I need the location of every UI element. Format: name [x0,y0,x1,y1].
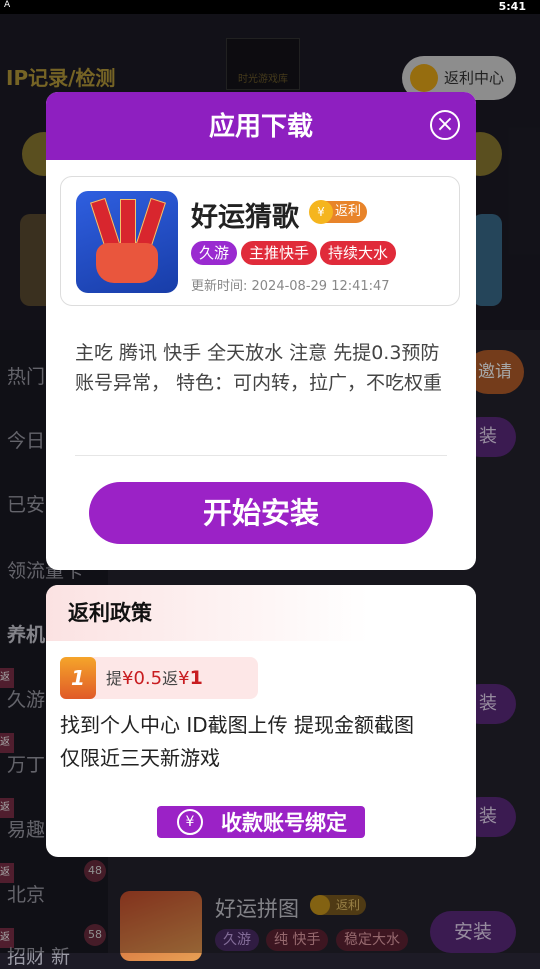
withdraw-amount: ¥0.5 [122,668,163,689]
withdraw-prefix: 提 [106,669,123,688]
start-install-button[interactable]: 开始安装 [89,482,433,544]
close-icon[interactable]: × [430,110,460,140]
rebate-policy-panel: 返利政策 1 提¥0.5返¥1 找到个人中心 ID截图上传 提现金额截图 仅限近… [46,585,476,857]
policy-header: 返利政策 [46,585,476,641]
rebate-currency: ¥ [178,668,190,689]
dialog-header: 应用下载 × [46,92,476,160]
app-tag: 持续大水 [320,241,397,265]
dialog-title: 应用下载 [208,112,313,142]
bind-account-button[interactable]: ¥ 收款账号绑定 [157,806,365,838]
policy-title: 返利政策 [68,601,152,625]
rule-index: 1 [60,657,96,699]
rule-text: 提¥0.5返¥1 [106,657,203,700]
app-icon [76,191,178,293]
fortune-jar-icon [96,243,158,283]
notification-icon: A [4,0,11,10]
app-name: 好运猜歌 [191,202,299,233]
app-description: 主吃 腾讯 快手 全天放水 注意 先提0.3预防账号异常， 特色：可内转，拉广，… [75,342,443,394]
divider [75,455,447,456]
coin-icon: ¥ [309,200,333,224]
policy-line: 仅限近三天新游戏 [60,746,220,770]
bind-account-label: 收款账号绑定 [221,811,347,835]
rebate-amount: 1 [189,667,203,689]
policy-rule: 1 提¥0.5返¥1 [60,657,258,699]
rebate-badge-label: 返利 [334,204,361,219]
download-dialog: 应用下载 × 好运猜歌 ¥ 返利 久游 主推快手 持续大水 更新时间: 2024… [46,92,476,570]
rebate-prefix: 返 [162,669,179,688]
app-tag: 主推快手 [241,241,318,265]
status-bar: A 5:41 [0,0,540,14]
app-tag: 久游 [191,241,238,265]
update-time: 更新时间: 2024-08-29 12:41:47 [191,279,390,294]
app-card: 好运猜歌 ¥ 返利 久游 主推快手 持续大水 更新时间: 2024-08-29 … [60,176,460,306]
clock: 5:41 [498,0,526,13]
policy-description: 找到个人中心 ID截图上传 提现金额截图 仅限近三天新游戏 [60,709,460,775]
rebate-badge: ¥ 返利 [309,200,367,224]
yen-icon: ¥ [177,809,203,835]
policy-line: 找到个人中心 ID截图上传 提现金额截图 [60,713,415,737]
